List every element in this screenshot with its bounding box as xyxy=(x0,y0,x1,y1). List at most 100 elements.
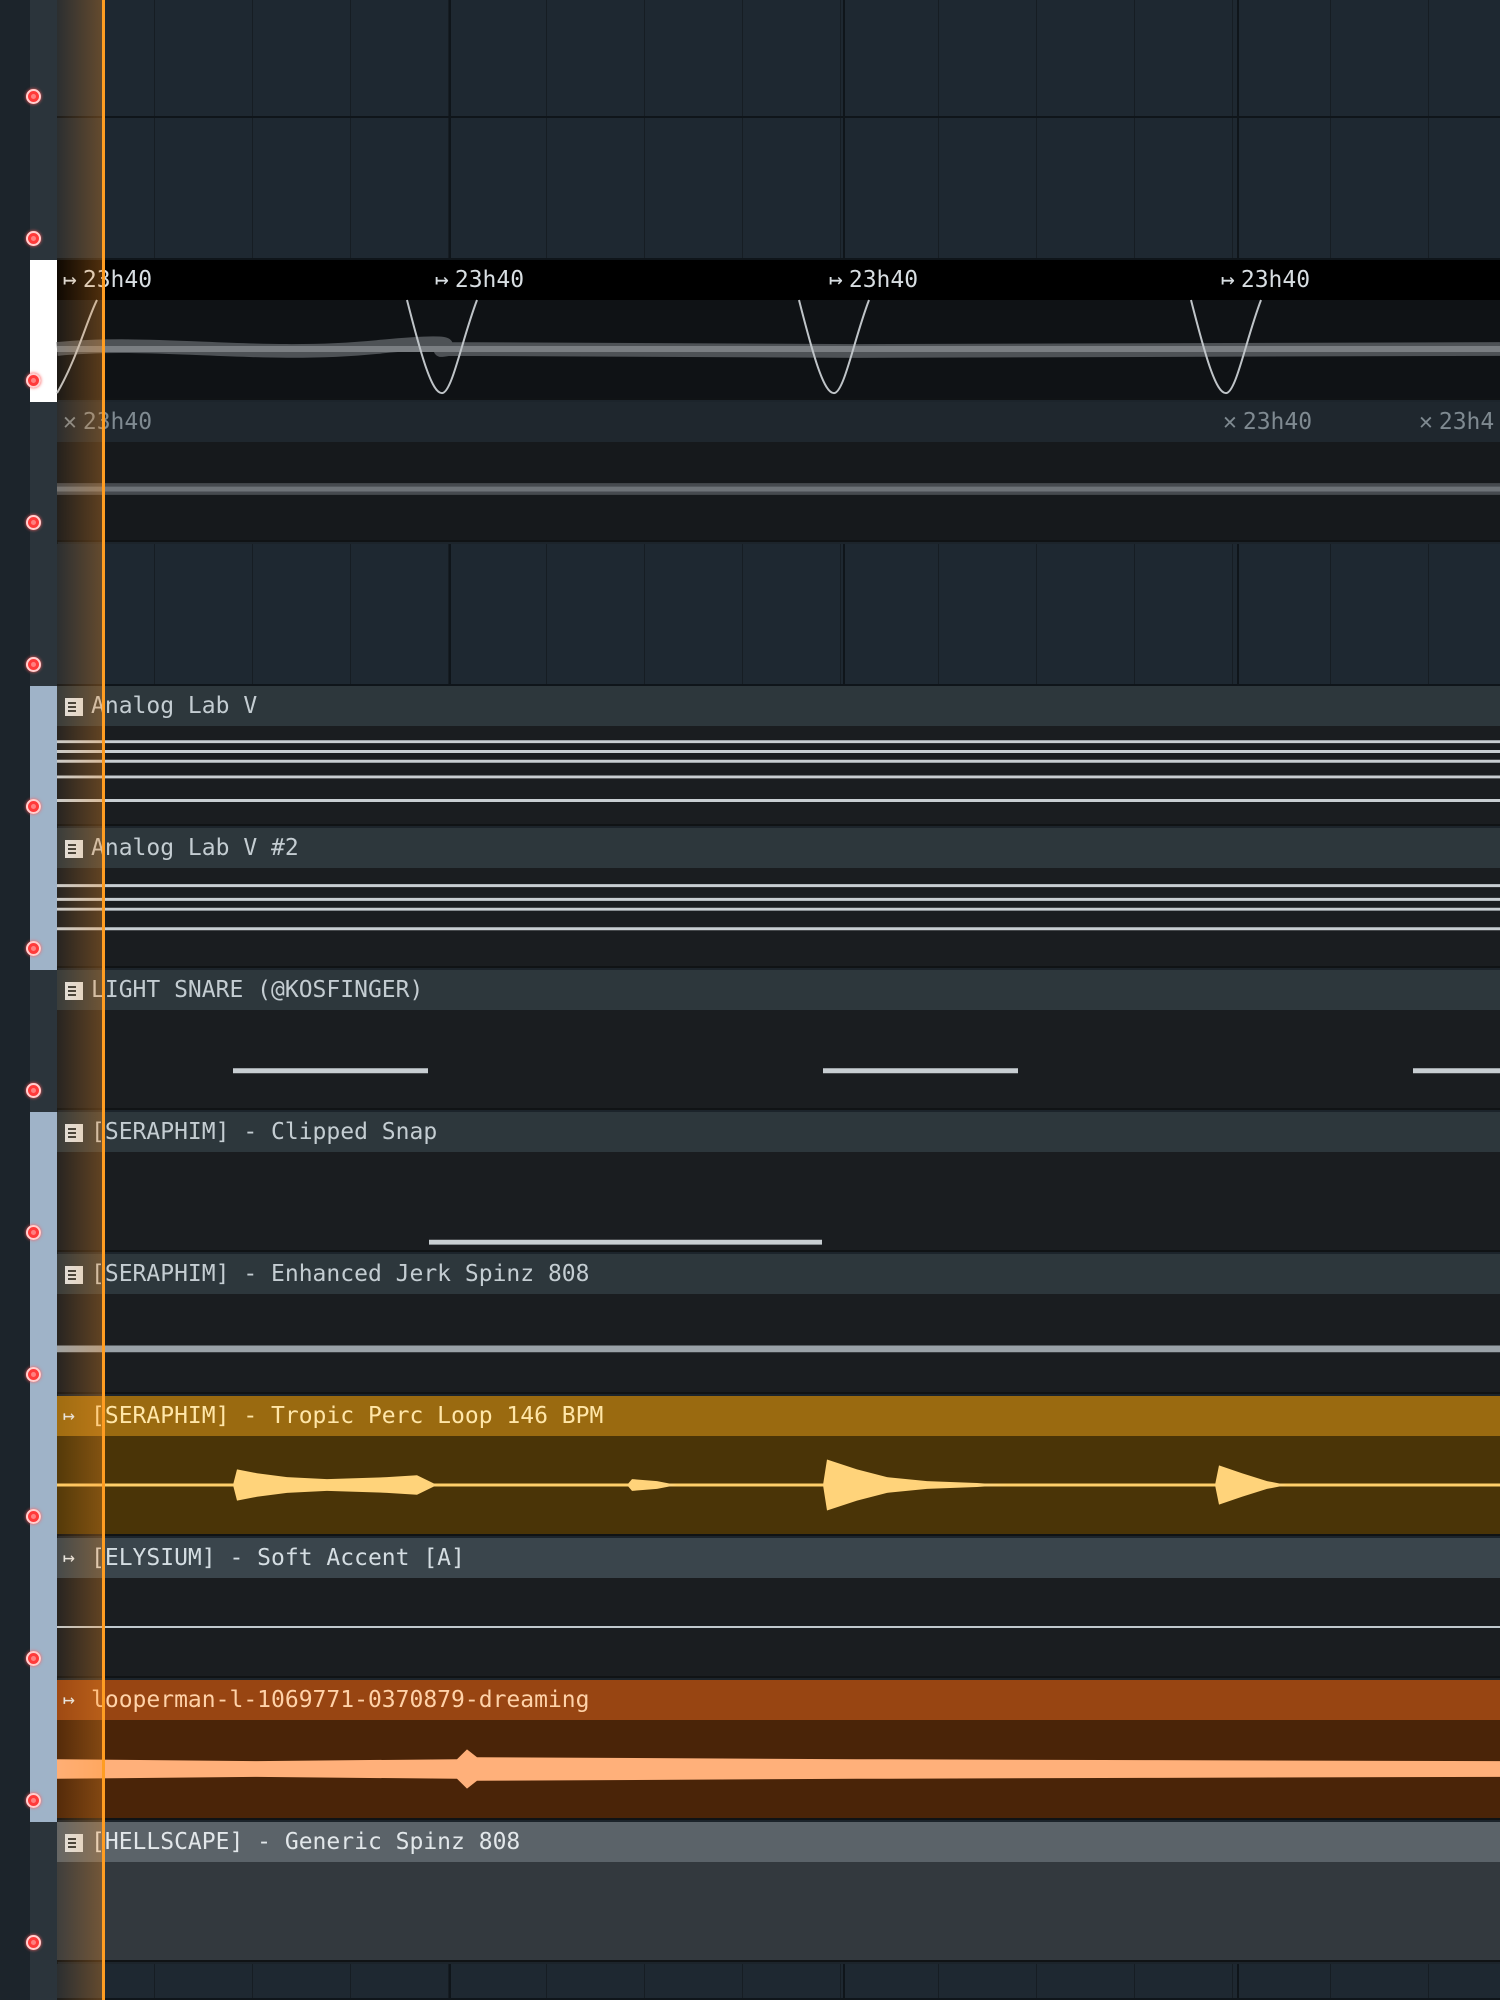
audio-clip[interactable]: ↦ [SERAPHIM] - Tropic Perc Loop 146 BPM xyxy=(57,1396,1500,1536)
track-lane-header[interactable] xyxy=(26,118,58,260)
playlist-track[interactable]: LIGHT SNARE (@KOSFINGER) xyxy=(0,970,1500,1112)
mute-led-icon[interactable] xyxy=(26,941,41,956)
track-lane-header[interactable] xyxy=(30,1964,58,2000)
empty-track-area[interactable] xyxy=(57,118,1500,260)
close-x-icon: ✕ xyxy=(1419,409,1433,435)
mute-led-icon[interactable] xyxy=(26,1367,41,1382)
mute-led-icon[interactable] xyxy=(26,1083,41,1098)
track-lane-header[interactable] xyxy=(26,828,58,970)
playlist-tracks: ↦ 23h40 ↦ 23h40 ↦ 23h40 ↦ 23h40 ✕ 23h40 … xyxy=(0,0,1500,2000)
clip-marker[interactable]: ↦ 23h40 xyxy=(1221,260,1310,300)
pattern-clip[interactable]: Analog Lab V #2 xyxy=(57,828,1500,968)
playlist-track[interactable] xyxy=(0,544,1500,686)
mute-led-icon[interactable] xyxy=(26,1651,41,1666)
empty-track-area[interactable] xyxy=(57,544,1500,686)
clip-marker[interactable]: ✕ 23h4 xyxy=(1419,402,1494,442)
pattern-clip[interactable]: [SERAPHIM] - Enhanced Jerk Spinz 808 xyxy=(57,1254,1500,1394)
mute-led-icon[interactable] xyxy=(26,1935,41,1950)
piano-roll-icon xyxy=(65,1124,83,1142)
track-lane-header[interactable] xyxy=(26,1538,58,1680)
clip-title: [ELYSIUM] - Soft Accent [A] xyxy=(91,1545,465,1571)
empty-track-area[interactable] xyxy=(57,0,1500,118)
mute-led-icon[interactable] xyxy=(26,1793,41,1808)
track-lane-header[interactable] xyxy=(26,0,58,118)
waveform xyxy=(56,299,1500,398)
piano-roll-icon xyxy=(65,840,83,858)
clip-title: Analog Lab V xyxy=(91,693,258,719)
clip-marker[interactable]: ✕ 23h40 xyxy=(1223,402,1312,442)
piano-roll-icon xyxy=(65,698,83,716)
clip-title: [HELLSCAPE] - Generic Spinz 808 xyxy=(91,1829,521,1855)
pattern-clip[interactable]: Analog Lab V xyxy=(57,686,1500,826)
playlist-track[interactable]: [SERAPHIM] - Clipped Snap xyxy=(0,1112,1500,1254)
track-lane-header[interactable] xyxy=(26,544,58,686)
playhead-marker[interactable] xyxy=(102,0,105,2000)
note-preview xyxy=(57,868,1500,966)
mute-led-icon[interactable] xyxy=(26,799,41,814)
clip-marker[interactable]: ↦ 23h40 xyxy=(63,260,152,300)
note-preview xyxy=(57,1010,1500,1108)
clip-title: [SERAPHIM] - Tropic Perc Loop 146 BPM xyxy=(91,1403,604,1429)
loop-arrow-icon: ↦ xyxy=(63,267,77,293)
playlist-track[interactable]: Analog Lab V #2 xyxy=(0,828,1500,970)
clip-marker[interactable]: ↦ 23h40 xyxy=(829,260,918,300)
audio-clip-icon: ↦ xyxy=(63,1687,76,1711)
clip-title: [SERAPHIM] - Enhanced Jerk Spinz 808 xyxy=(91,1261,590,1287)
mute-led-icon[interactable] xyxy=(26,515,41,530)
pattern-clip[interactable]: [SERAPHIM] - Clipped Snap xyxy=(57,1112,1500,1252)
playlist-track[interactable]: Analog Lab V xyxy=(0,686,1500,828)
close-x-icon: ✕ xyxy=(63,409,77,435)
waveform xyxy=(57,1720,1500,1818)
playlist-track[interactable]: ↦ [ELYSIUM] - Soft Accent [A] xyxy=(0,1538,1500,1680)
loop-arrow-icon: ↦ xyxy=(829,267,843,293)
loop-arrow-icon: ↦ xyxy=(1221,267,1235,293)
audio-clip-23h40-b[interactable]: ✕ 23h40 ✕ 23h40 ✕ 23h4 xyxy=(57,402,1500,542)
mute-led-icon[interactable] xyxy=(26,373,41,388)
track-lane-header[interactable] xyxy=(26,402,58,544)
track-lane-header[interactable] xyxy=(26,1254,58,1396)
clip-title: [SERAPHIM] - Clipped Snap xyxy=(91,1119,438,1145)
close-x-icon: ✕ xyxy=(1223,409,1237,435)
audio-clip-23h40[interactable]: ↦ 23h40 ↦ 23h40 ↦ 23h40 ↦ 23h40 xyxy=(56,260,1500,400)
audio-clip[interactable]: ↦ looperman-l-1069771-0370879-dreaming xyxy=(57,1680,1500,1820)
track-lane-header[interactable] xyxy=(26,970,58,1112)
mute-led-icon[interactable] xyxy=(26,89,41,104)
playlist-track[interactable]: [SERAPHIM] - Enhanced Jerk Spinz 808 xyxy=(0,1254,1500,1396)
mute-led-icon[interactable] xyxy=(26,1509,41,1524)
waveform xyxy=(57,1436,1500,1534)
audio-clip-icon: ↦ xyxy=(63,1403,76,1427)
playlist-track[interactable]: ↦ [SERAPHIM] - Tropic Perc Loop 146 BPM xyxy=(0,1396,1500,1538)
clip-title: looperman-l-1069771-0370879-dreaming xyxy=(91,1687,590,1713)
loop-arrow-icon: ↦ xyxy=(435,267,449,293)
note-preview xyxy=(57,1294,1500,1392)
note-preview xyxy=(57,1152,1500,1250)
clip-marker[interactable]: ↦ 23h40 xyxy=(435,260,524,300)
note-preview xyxy=(57,726,1500,824)
track-lane-header[interactable] xyxy=(26,1396,58,1538)
empty-track-area[interactable] xyxy=(57,1964,1500,2000)
pattern-clip[interactable]: [HELLSCAPE] - Generic Spinz 808 xyxy=(57,1822,1500,1962)
track-lane-header[interactable] xyxy=(26,1680,58,1822)
mute-led-icon[interactable] xyxy=(26,1225,41,1240)
mute-led-icon[interactable] xyxy=(26,231,41,246)
waveform xyxy=(57,1578,1500,1676)
clip-title: Analog Lab V #2 xyxy=(91,835,299,861)
playlist-track[interactable] xyxy=(0,118,1500,260)
track-lane-header[interactable] xyxy=(26,1112,58,1254)
mute-led-icon[interactable] xyxy=(26,657,41,672)
playlist-track[interactable]: ✕ 23h40 ✕ 23h40 ✕ 23h4 xyxy=(0,402,1500,544)
piano-roll-icon xyxy=(65,1266,83,1284)
clip-marker[interactable]: ✕ 23h40 xyxy=(63,402,152,442)
track-lane-header[interactable] xyxy=(26,1822,58,1964)
audio-clip-icon: ↦ xyxy=(63,1545,76,1569)
track-lane-header[interactable] xyxy=(26,686,58,828)
playlist-track[interactable]: [HELLSCAPE] - Generic Spinz 808 xyxy=(0,1822,1500,1964)
playlist-track[interactable]: ↦ looperman-l-1069771-0370879-dreaming xyxy=(0,1680,1500,1822)
piano-roll-icon xyxy=(65,1834,83,1852)
track-lane-header[interactable] xyxy=(26,260,58,402)
playlist-track[interactable] xyxy=(0,1964,1500,2000)
audio-clip[interactable]: ↦ [ELYSIUM] - Soft Accent [A] xyxy=(57,1538,1500,1678)
pattern-clip[interactable]: LIGHT SNARE (@KOSFINGER) xyxy=(57,970,1500,1110)
playlist-track[interactable] xyxy=(0,0,1500,118)
playlist-track[interactable]: ↦ 23h40 ↦ 23h40 ↦ 23h40 ↦ 23h40 xyxy=(0,260,1500,402)
